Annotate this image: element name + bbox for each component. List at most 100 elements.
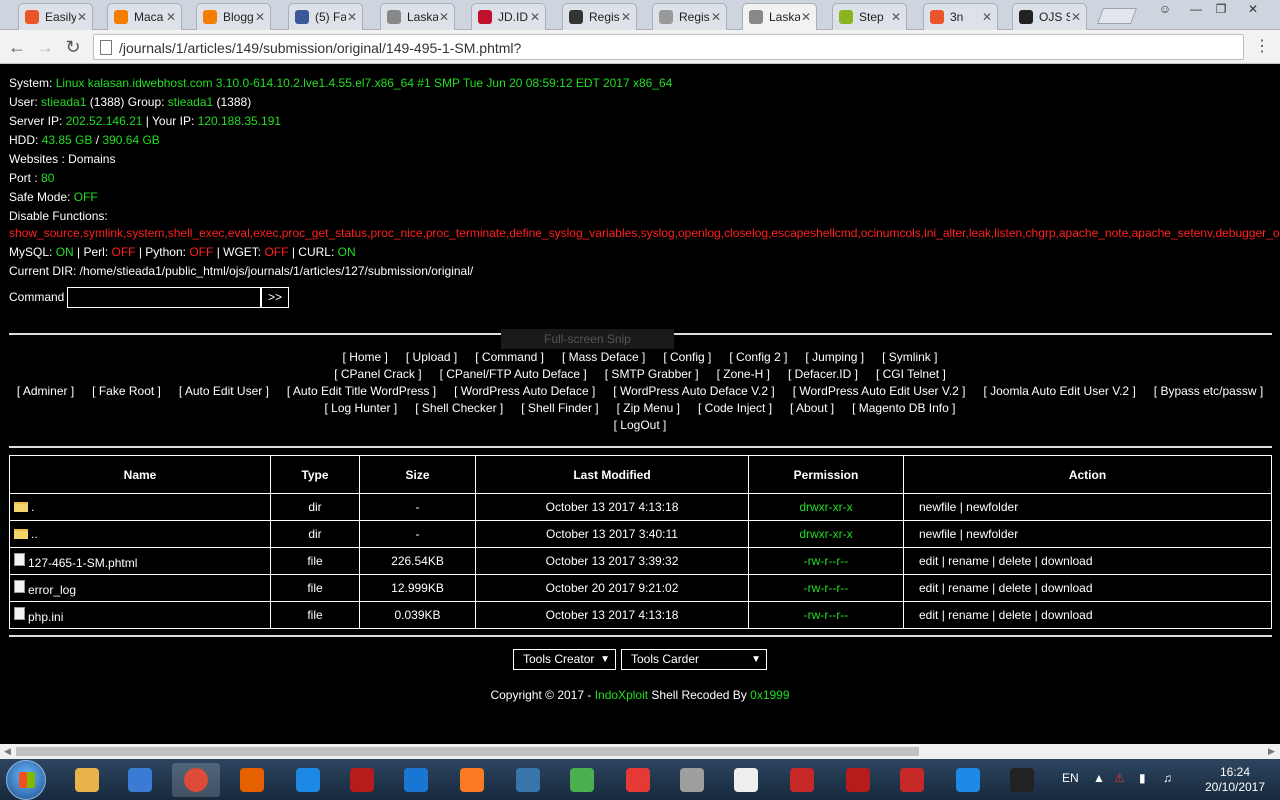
horizontal-scrollbar[interactable]: ◀ ▶	[0, 744, 1280, 759]
url-text[interactable]: /journals/1/articles/149/submission/orig…	[119, 40, 521, 56]
menu-link[interactable]: [ Shell Finder ]	[521, 401, 598, 415]
action-link[interactable]: rename	[948, 581, 989, 595]
close-tab-icon[interactable]: ✕	[529, 10, 541, 24]
menu-link[interactable]: [ Mass Deface ]	[562, 350, 645, 364]
menu-link[interactable]: [ Jumping ]	[805, 350, 864, 364]
menu-link[interactable]: [ Auto Edit User ]	[179, 384, 269, 398]
browser-tab[interactable]: Easily ✕	[18, 3, 93, 30]
user-icon[interactable]: ☺	[1152, 0, 1178, 18]
menu-link[interactable]: [ CPanel Crack ]	[334, 367, 421, 381]
menu-link[interactable]: [ Upload ]	[406, 350, 457, 364]
permission-cell[interactable]: -rw-r--r--	[748, 547, 904, 575]
file-name[interactable]: 127-465-1-SM.phtml	[28, 556, 137, 570]
name-cell[interactable]: 127-465-1-SM.phtml	[9, 547, 271, 575]
close-tab-icon[interactable]: ✕	[254, 10, 266, 24]
command-submit-button[interactable]: >>	[261, 287, 289, 308]
name-cell[interactable]: ..	[9, 520, 271, 548]
file-name[interactable]: php.ini	[28, 610, 63, 624]
menu-link[interactable]: [ WordPress Auto Deface V.2 ]	[613, 384, 774, 398]
paint-icon[interactable]	[778, 763, 826, 797]
close-tab-icon[interactable]: ✕	[438, 10, 450, 24]
volume-icon[interactable]: ♫	[1163, 771, 1172, 785]
start-button[interactable]	[6, 760, 46, 800]
action-link[interactable]: download	[1041, 608, 1092, 622]
forward-icon[interactable]: →	[34, 36, 56, 58]
action-link[interactable]: delete	[999, 554, 1032, 568]
action-link[interactable]: download	[1041, 581, 1092, 595]
brand-link[interactable]: IndoXploit	[595, 688, 648, 702]
menu-link[interactable]: [ CGI Telnet ]	[876, 367, 946, 381]
close-tab-icon[interactable]: ✕	[800, 10, 812, 24]
menu-link[interactable]: [ Bypass etc/passw ]	[1154, 384, 1263, 398]
menu-link[interactable]: [ Auto Edit Title WordPress ]	[287, 384, 436, 398]
browser-tab[interactable]: Step ✕	[832, 3, 907, 30]
close-tab-icon[interactable]: ✕	[346, 10, 358, 24]
browser-tab[interactable]: Blogg ✕	[196, 3, 271, 30]
ruby-icon[interactable]	[888, 763, 936, 797]
action-link[interactable]: newfile	[919, 500, 956, 514]
author-link[interactable]: 0x1999	[750, 688, 789, 702]
language-indicator[interactable]: EN	[1062, 771, 1079, 785]
scroll-right-icon[interactable]: ▶	[1268, 746, 1275, 757]
menu-link[interactable]: [ CPanel/FTP Auto Deface ]	[440, 367, 587, 381]
browser-tab[interactable]: (5) Fa ✕	[288, 3, 363, 30]
menu-link[interactable]: [ Magento DB Info ]	[852, 401, 955, 415]
browser-tab[interactable]: Laska ✕	[380, 3, 455, 30]
menu-link[interactable]: [ Home ]	[343, 350, 388, 364]
clock[interactable]: 16:24 20/10/2017	[1200, 765, 1270, 795]
menu-link[interactable]: [ WordPress Auto Edit User V.2 ]	[793, 384, 966, 398]
browser-tab[interactable]: Regis ✕	[562, 3, 637, 30]
file-name[interactable]: error_log	[28, 583, 76, 597]
robot-icon[interactable]	[668, 763, 716, 797]
action-link[interactable]: rename	[948, 554, 989, 568]
name-cell[interactable]: .	[9, 493, 271, 521]
action-link[interactable]: delete	[999, 581, 1032, 595]
browser-tab[interactable]: Maca ✕	[107, 3, 182, 30]
menu-link[interactable]: [ Fake Root ]	[92, 384, 161, 398]
app-blue-icon[interactable]	[284, 763, 332, 797]
signal-icon[interactable]: ▮	[1139, 771, 1146, 785]
radiation-icon[interactable]	[338, 763, 386, 797]
menu-link[interactable]: [ Adminer ]	[17, 384, 74, 398]
browser-menu-icon[interactable]: ⋮	[1254, 39, 1270, 55]
shark2-icon[interactable]	[944, 763, 992, 797]
address-bar[interactable]: /journals/1/articles/149/submission/orig…	[93, 34, 1244, 60]
notepad-icon[interactable]	[722, 763, 770, 797]
menu-link[interactable]: [ SMTP Grabber ]	[605, 367, 699, 381]
action-link[interactable]: newfile	[919, 527, 956, 541]
browser-tab[interactable]: OJS S✕	[1012, 3, 1087, 30]
close-tab-icon[interactable]: ✕	[710, 10, 722, 24]
menu-link[interactable]: [ Config ]	[663, 350, 711, 364]
tray-expand-icon[interactable]: ▲	[1093, 771, 1105, 785]
network-icon[interactable]	[558, 763, 606, 797]
browser-tab[interactable]: JD.ID ✕	[471, 3, 546, 30]
cmd-icon[interactable]	[998, 763, 1046, 797]
action-link[interactable]: newfolder	[966, 500, 1018, 514]
xampp-icon[interactable]	[448, 763, 496, 797]
permission-cell[interactable]: drwxr-xr-x	[748, 520, 904, 548]
permission-cell[interactable]: drwxr-xr-x	[748, 493, 904, 521]
action-link[interactable]: download	[1041, 554, 1092, 568]
menu-link[interactable]: [ Zip Menu ]	[617, 401, 680, 415]
menu-link[interactable]: [ Defacer.ID ]	[788, 367, 858, 381]
close-tab-icon[interactable]: ✕	[890, 10, 902, 24]
filezilla-icon[interactable]	[834, 763, 882, 797]
close-tab-icon[interactable]: ✕	[620, 10, 632, 24]
action-link[interactable]: newfolder	[966, 527, 1018, 541]
action-link[interactable]: rename	[948, 608, 989, 622]
menu-link[interactable]: [ Shell Checker ]	[415, 401, 503, 415]
menu-link[interactable]: [ Code Inject ]	[698, 401, 772, 415]
close-tab-icon[interactable]: ✕	[1070, 10, 1082, 24]
action-link[interactable]: edit	[919, 554, 938, 568]
browser-tab[interactable]: Laska ✕	[742, 3, 817, 30]
firefox-icon[interactable]	[228, 763, 276, 797]
dots-icon[interactable]	[614, 763, 662, 797]
action-link[interactable]: delete	[999, 608, 1032, 622]
browser-tab[interactable]: Regis ✕	[652, 3, 727, 30]
menu-link[interactable]: [ Zone-H ]	[717, 367, 770, 381]
shark-icon[interactable]	[392, 763, 440, 797]
close-tab-icon[interactable]: ✕	[76, 10, 88, 24]
name-cell[interactable]: error_log	[9, 574, 271, 602]
new-tab-button[interactable]	[1097, 8, 1137, 24]
command-input[interactable]	[67, 287, 261, 308]
